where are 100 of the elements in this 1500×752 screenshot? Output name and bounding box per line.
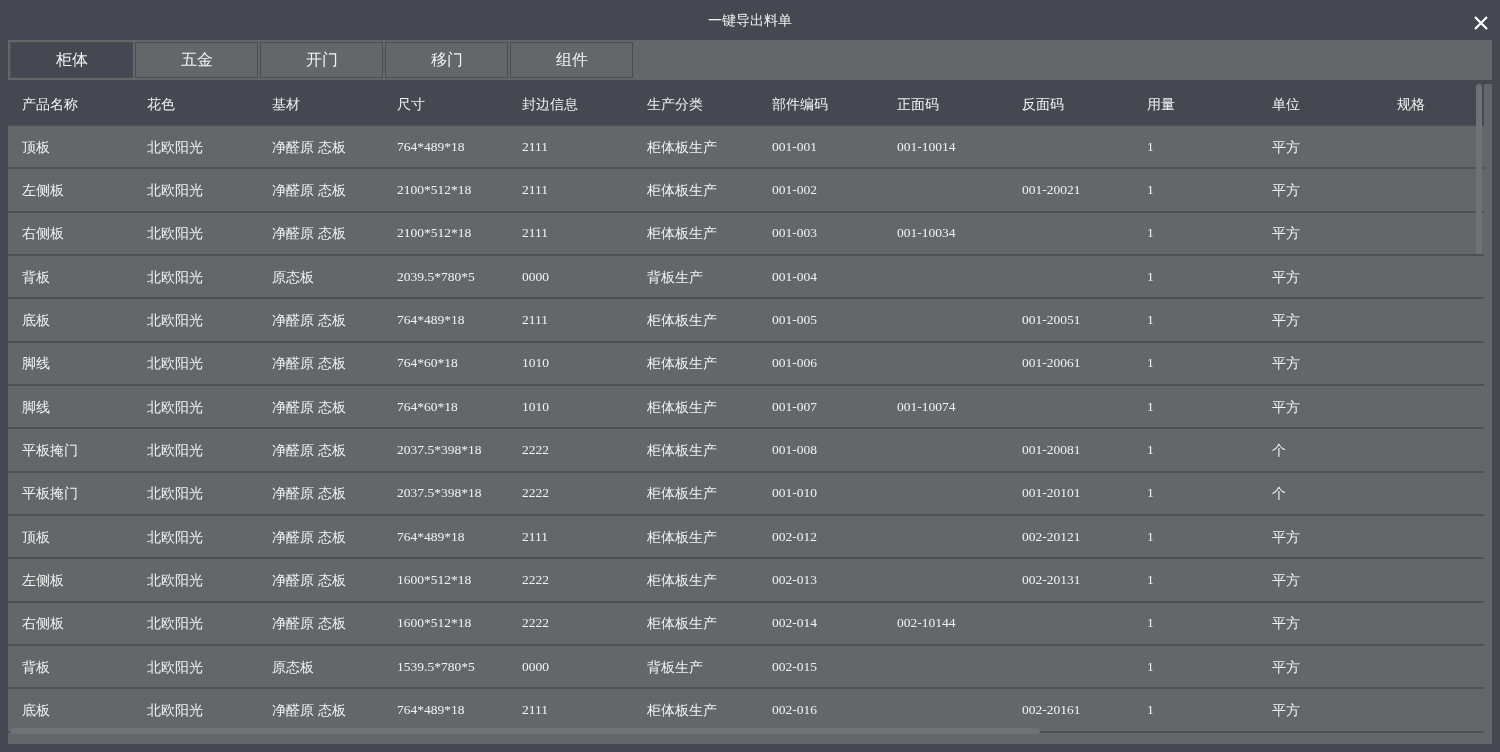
- table-cell-text: 平方: [1271, 224, 1301, 244]
- horizontal-scrollbar[interactable]: [10, 728, 1040, 734]
- table-cell-text: 1: [1146, 484, 1155, 503]
- table-cell-text: 2222: [521, 440, 550, 459]
- tab[interactable]: 组件: [510, 42, 633, 78]
- table-cell-text: 平方: [1271, 267, 1301, 287]
- table-cell-text: 净醛原 态板: [271, 614, 348, 634]
- table-cell-text: 001-006: [771, 354, 818, 373]
- table-cell-text: 2037.5*398*18: [396, 440, 483, 459]
- table-cell-text: 001-003: [771, 224, 818, 243]
- column-header[interactable]: 正面码: [883, 93, 1008, 115]
- table-cell-text: 北欧阳光: [146, 527, 204, 547]
- tab[interactable]: 开门: [260, 42, 383, 78]
- table-cell-text: 2222: [521, 484, 550, 503]
- table-cell-text: 001-20051: [1021, 310, 1082, 329]
- table-cell-text: 001-20081: [1021, 440, 1082, 459]
- table-cell-text: 1: [1146, 354, 1155, 373]
- table-cell-text: 柜体板生产: [646, 571, 718, 590]
- table-cell-text: 北欧阳光: [146, 614, 204, 634]
- table-cell-text: 北欧阳光: [146, 137, 204, 157]
- table-cell-text: 平方: [1271, 137, 1301, 157]
- column-header[interactable]: 规格: [1383, 93, 1492, 115]
- table-cell-text: 净醛原 态板: [271, 571, 348, 590]
- table-cell-text: 001-20061: [1021, 354, 1082, 373]
- column-header[interactable]: 产品名称: [8, 93, 133, 115]
- table-cell-text: 北欧阳光: [146, 440, 204, 460]
- table-cell-text: 764*489*18: [396, 527, 466, 546]
- table-cell-text: 002-20161: [1021, 701, 1082, 719]
- tab[interactable]: 移门: [385, 42, 508, 78]
- table-cell-text: 002-012: [771, 527, 818, 546]
- table-cell-text: 764*489*18: [396, 310, 466, 329]
- column-header[interactable]: 用量: [1133, 93, 1258, 115]
- table-cell-text: 1: [1146, 571, 1155, 589]
- table-cell-text: 764*60*18: [396, 354, 459, 373]
- vertical-scrollbar[interactable]: [1476, 84, 1482, 254]
- table-cell-text: 1: [1146, 224, 1155, 243]
- table-cell-text: 北欧阳光: [146, 701, 204, 720]
- column-header[interactable]: 封边信息: [508, 93, 633, 115]
- table-cell-text: 2039.5*780*5: [396, 267, 476, 286]
- table-cell-text: 平方: [1271, 614, 1301, 634]
- table-cell-text: 002-013: [771, 571, 818, 589]
- table-cell-text: 净醛原 态板: [271, 224, 348, 244]
- table-cell-text: 2111: [521, 310, 549, 329]
- table-cell-text: 个: [1271, 440, 1287, 460]
- table-cell-text: 001-001: [771, 137, 818, 156]
- table-cell-text: 顶板: [21, 527, 51, 547]
- table-cell-text: 净醛原 态板: [271, 440, 348, 460]
- table-cell-text: 002-20121: [1021, 527, 1082, 546]
- table-cell-text: 柜体板生产: [646, 224, 718, 244]
- table-cell-text: 2111: [521, 180, 549, 199]
- table-cell-text: 底板: [21, 701, 51, 720]
- table-cell-text: 柜体板生产: [646, 440, 718, 460]
- table-cell-text: 2111: [521, 527, 549, 546]
- column-header[interactable]: 生产分类: [633, 93, 758, 115]
- table-cell-text: 柜体板生产: [646, 701, 718, 720]
- table-cell-text: 脚线: [21, 354, 51, 374]
- column-header[interactable]: 单位: [1258, 93, 1383, 115]
- table-cell-text: 净醛原 态板: [271, 354, 348, 374]
- table-cell-text: 2100*512*18: [396, 180, 473, 199]
- table-cell-text: 背板生产: [646, 267, 704, 287]
- table-cell-text: 1: [1146, 440, 1155, 459]
- table-cell-text: 底板: [21, 310, 51, 330]
- table-cell-text: 1: [1146, 527, 1155, 546]
- table-cell-text: 1: [1146, 180, 1155, 199]
- table-cell-text: 个: [1271, 484, 1287, 504]
- table-cell-text: 柜体板生产: [646, 354, 718, 374]
- table-cell-text: 净醛原 态板: [271, 137, 348, 157]
- table-cell-text: 原态板: [271, 657, 315, 677]
- table-cell-text: 平方: [1271, 310, 1301, 330]
- window-title: 一键导出料单: [708, 10, 792, 30]
- table-cell-text: 北欧阳光: [146, 397, 204, 417]
- table-cell-text: 柜体板生产: [646, 527, 718, 547]
- table-cell-text: 1: [1146, 614, 1155, 633]
- table-cell-text: 001-004: [771, 267, 818, 286]
- table-cell-text: 平板掩门: [21, 484, 79, 504]
- table-cell-text: 001-10014: [896, 137, 957, 156]
- table-cell-text: 001-002: [771, 180, 818, 199]
- table-cell-text: 北欧阳光: [146, 484, 204, 504]
- table-cell-text: 平方: [1271, 397, 1301, 417]
- table-cell-text: 背板生产: [646, 657, 704, 677]
- tab[interactable]: 五金: [135, 42, 258, 78]
- table-cell-text: 柜体板生产: [646, 180, 718, 200]
- table-cell-text: 1010: [521, 354, 550, 373]
- column-header[interactable]: 尺寸: [383, 93, 508, 115]
- table-cell-text: 1: [1146, 701, 1155, 719]
- table-cell-text: 平板掩门: [21, 440, 79, 460]
- column-header[interactable]: 反面码: [1008, 93, 1133, 115]
- table-cell-text: 顶板: [21, 137, 51, 157]
- table-cell-text: 北欧阳光: [146, 180, 204, 200]
- table-cell-text: 001-20101: [1021, 484, 1082, 503]
- table-cell-text: 净醛原 态板: [271, 484, 348, 504]
- column-header[interactable]: 花色: [133, 93, 258, 115]
- column-header[interactable]: 部件编码: [758, 93, 883, 115]
- table-cell-text: 001-007: [771, 397, 818, 416]
- table-cell-text: 背板: [21, 267, 51, 287]
- table-cell-text: 002-014: [771, 614, 818, 633]
- table-cell-text: 北欧阳光: [146, 310, 204, 330]
- column-header[interactable]: 基材: [258, 93, 383, 115]
- table-cell-text: 柜体板生产: [646, 137, 718, 157]
- tab[interactable]: 柜体: [10, 42, 133, 78]
